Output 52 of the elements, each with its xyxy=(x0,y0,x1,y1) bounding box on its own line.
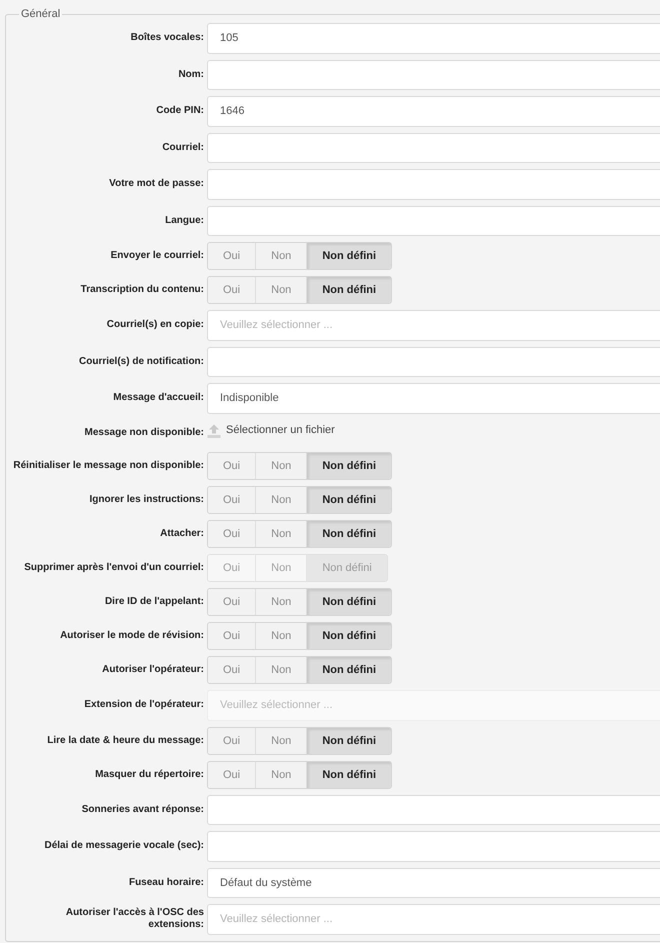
field-label: Code PIN: xyxy=(155,105,204,118)
field-label: Dire ID de l'appelant: xyxy=(104,596,204,608)
input-field[interactable] xyxy=(207,206,660,236)
field-label: Supprimer après l'envoi d'un courriel: xyxy=(23,562,204,574)
field-label: Nom: xyxy=(177,68,204,81)
field-label: Courriel: xyxy=(161,142,204,154)
toggle-option[interactable]: Non défini xyxy=(306,762,392,788)
field-label: Fuseau horaire: xyxy=(128,876,204,889)
input-field[interactable]: 105 xyxy=(207,23,660,54)
toggle-option[interactable]: Non défini xyxy=(306,589,392,615)
field-label: Courriel(s) en copie: xyxy=(106,319,204,332)
field-label: Langue: xyxy=(164,214,204,227)
field-label: Extension de l'opérateur: xyxy=(83,699,204,712)
field-label: Envoyer le courriel: xyxy=(110,250,204,262)
toggle-option[interactable]: Non défini xyxy=(306,453,392,479)
input-field[interactable] xyxy=(207,169,660,200)
field-label: Message d'accueil: xyxy=(112,392,204,404)
input-field[interactable] xyxy=(207,60,660,90)
field-label: Votre mot de passe: xyxy=(108,178,204,190)
field-label: Attacher: xyxy=(159,528,204,540)
field-label: Boîtes vocales: xyxy=(130,32,204,44)
field-label: Délai de messagerie vocale (sec): xyxy=(43,840,204,852)
field-label: Autoriser le mode de révision: xyxy=(59,630,204,642)
upload-icon xyxy=(207,424,221,438)
field-label: Message non disponible: xyxy=(84,426,204,439)
file-select-button[interactable]: Sélectionner un fichier xyxy=(207,422,335,439)
field-label: Ignorer les instructions: xyxy=(88,494,204,506)
field-label: Transcription du contenu: xyxy=(80,284,204,296)
input-field[interactable]: Défaut du système xyxy=(207,868,660,898)
toggle-option[interactable]: Non défini xyxy=(306,657,392,683)
section-title: Général xyxy=(20,8,62,21)
toggle-option[interactable]: Non défini xyxy=(306,277,392,303)
field-label: Réinitialiser le message non disponible: xyxy=(12,460,204,472)
toggle-option[interactable]: Non défini xyxy=(306,728,392,754)
input-field[interactable] xyxy=(207,132,660,163)
input-field[interactable]: 1646 xyxy=(207,96,660,126)
field-label: Masquer du répertoire: xyxy=(94,768,204,780)
input-field[interactable]: Veuillez sélectionner ... xyxy=(207,904,660,934)
field-label: Autoriser l'opérateur: xyxy=(101,664,204,676)
toggle-option[interactable]: Non défini xyxy=(306,623,392,649)
toggle-option[interactable]: Non défini xyxy=(306,243,392,269)
input-field[interactable] xyxy=(207,831,660,862)
field-label: Lire la date & heure du message: xyxy=(46,734,204,746)
field-label: Courriel(s) de notification: xyxy=(78,356,204,368)
field-label: Autoriser l'accès à l'OSC des extensions: xyxy=(64,907,204,932)
input-field[interactable] xyxy=(207,794,660,825)
toggle-option[interactable]: Non défini xyxy=(306,521,392,547)
input-field[interactable]: Indisponible xyxy=(207,383,660,414)
field-label: Sonneries avant réponse: xyxy=(80,804,204,816)
toggle-option[interactable]: Non défini xyxy=(306,487,392,513)
input-field[interactable] xyxy=(207,346,660,377)
input-field[interactable]: Veuillez sélectionner ... xyxy=(207,310,660,340)
